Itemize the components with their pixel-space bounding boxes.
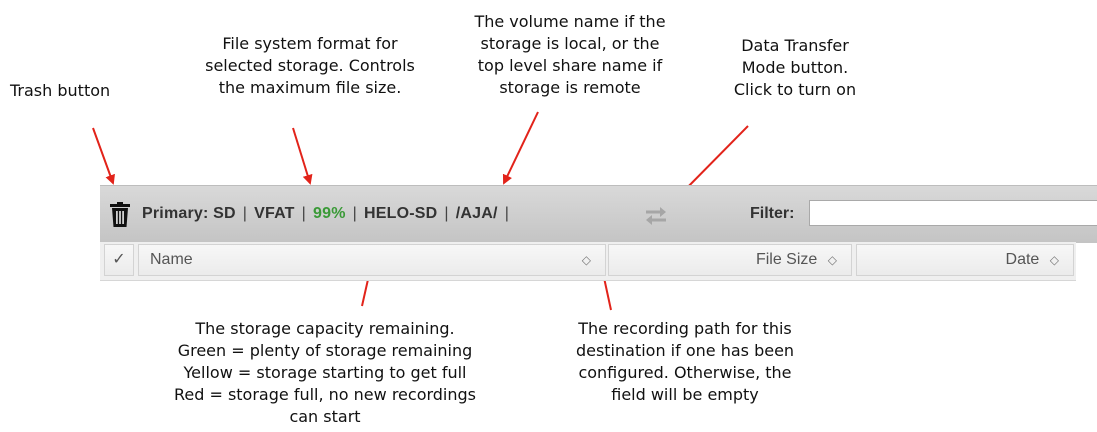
file-system-format: VFAT xyxy=(254,205,295,222)
separator: | xyxy=(444,205,449,222)
callout-volume-name: The volume name if the storage is local,… xyxy=(474,12,666,97)
transfer-arrows-icon xyxy=(646,207,666,225)
sort-icon: ◇ xyxy=(1049,253,1059,267)
separator: | xyxy=(242,205,248,222)
volume-name: HELO-SD xyxy=(364,205,438,222)
column-header-file-size-label: File Size xyxy=(755,251,818,268)
separator: | xyxy=(352,205,358,222)
filter-label: Filter: xyxy=(750,205,795,222)
file-table-header: ✓ Name ◇ File Size ◇ Date ◇ xyxy=(100,242,1076,281)
callout-file-system-format: File system format for selected storage.… xyxy=(205,34,415,97)
column-header-date-label: Date xyxy=(1005,251,1040,268)
sort-icon: ◇ xyxy=(827,253,837,267)
callout-recording-path: The recording path for this destination … xyxy=(575,319,795,404)
filter-input[interactable] xyxy=(809,200,1097,226)
column-header-date[interactable]: Date ◇ xyxy=(856,244,1074,276)
column-header-name-label: Name xyxy=(150,251,193,268)
callout-data-transfer-mode: Data Transfer Mode button. Click to turn… xyxy=(733,36,857,99)
data-transfer-mode-button[interactable] xyxy=(643,204,669,228)
separator: | xyxy=(301,205,307,222)
separator: | xyxy=(504,205,510,222)
trash-button[interactable] xyxy=(109,202,131,228)
check-icon: ✓ xyxy=(112,251,126,268)
arrow-format xyxy=(292,127,313,185)
storage-label: Primary: SD xyxy=(142,205,236,222)
callout-storage-capacity: The storage capacity remaining. Green = … xyxy=(173,319,477,426)
recording-path: /AJA/ xyxy=(455,205,498,222)
column-header-name[interactable]: Name ◇ xyxy=(138,244,606,276)
arrow-volume xyxy=(502,111,539,185)
arrow-trash xyxy=(92,127,115,185)
storage-info: Primary: SD | VFAT | 99% | HELO-SD | /AJA/ | xyxy=(142,205,516,223)
trash-icon xyxy=(110,202,130,227)
sort-icon: ◇ xyxy=(581,253,591,267)
storage-capacity: 99% xyxy=(313,205,346,222)
storage-toolbar: Primary: SD | VFAT | 99% | HELO-SD | /AJA/ | Filt… xyxy=(100,185,1097,243)
select-all-checkbox[interactable]: ✓ xyxy=(104,244,134,276)
column-header-file-size[interactable]: File Size ◇ xyxy=(608,244,852,276)
callout-trash-button: Trash button xyxy=(10,81,111,100)
